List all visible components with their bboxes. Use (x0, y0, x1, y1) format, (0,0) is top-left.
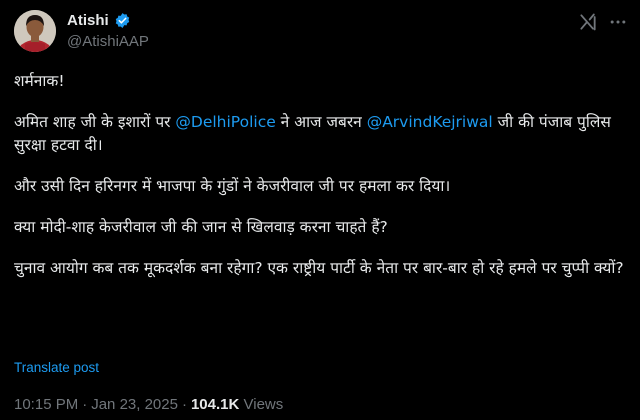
tweet-text: शर्मनाक! अमित शाह जी के इशारों पर @Delhi… (14, 70, 634, 280)
avatar[interactable] (14, 10, 56, 52)
tweet-meta: 10:15 PM · Jan 23, 2025 · 104.1K Views (14, 396, 283, 413)
separator-dot: · (181, 396, 187, 413)
views-count: 104.1K (190, 396, 240, 413)
tweet-paragraph-2: अमित शाह जी के इशारों पर @DelhiPolice ने… (14, 111, 634, 157)
tweet-date[interactable]: Jan 23, 2025 (91, 396, 178, 413)
tweet-paragraph-5: चुनाव आयोग कब तक मूकदर्शक बना रहेगा? एक … (14, 259, 624, 277)
verified-badge-icon (114, 12, 131, 29)
more-options-button[interactable] (606, 12, 630, 36)
views-label: Views (243, 396, 284, 413)
tweet-paragraph-3: और उसी दिन हरिनगर में भाजपा के गुंडों ने… (14, 177, 451, 195)
tweet-paragraph-1: शर्मनाक! (14, 72, 65, 90)
author-handle[interactable]: @AtishiAAP (67, 33, 149, 50)
tweet-time[interactable]: 10:15 PM (14, 396, 78, 413)
tweet-text-segment: अमित शाह जी के इशारों पर (14, 113, 176, 131)
grok-button[interactable] (576, 12, 600, 36)
author-name[interactable]: Atishi (67, 12, 109, 29)
mention-link-delhipolice[interactable]: @DelhiPolice (175, 113, 275, 131)
mention-link-arvindkejriwal[interactable]: @ArvindKejriwal (367, 113, 493, 131)
translate-post-link[interactable]: Translate post (14, 360, 99, 375)
separator-dot: · (82, 396, 88, 413)
tweet-text-segment: ने आज जबरन (275, 113, 367, 131)
tweet-paragraph-4: क्या मोदी-शाह केजरीवाल जी की जान से खिलव… (14, 218, 388, 236)
more-options-icon (608, 12, 628, 36)
tweet-card: Atishi @AtishiAAP शर्मनाक! अमित शाह जी क… (0, 0, 640, 420)
grok-icon (578, 12, 598, 36)
author-name-row[interactable]: Atishi (67, 12, 131, 29)
